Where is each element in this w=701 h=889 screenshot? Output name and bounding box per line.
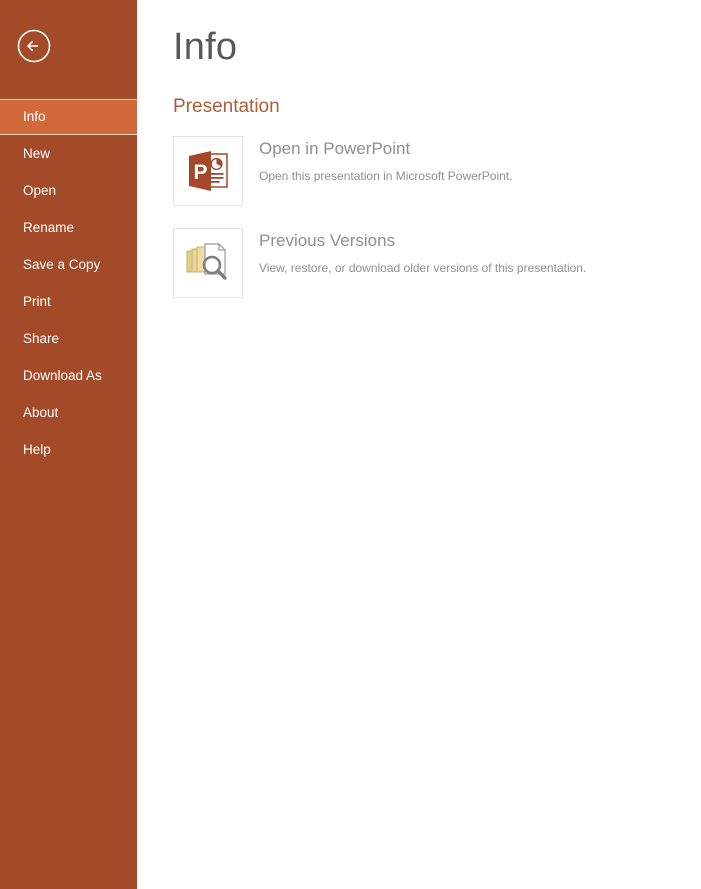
previous-versions-icon [173,228,243,298]
sidebar-item-label: New [23,146,51,161]
sidebar-item-label: Help [23,442,51,457]
section-title: Presentation [173,96,280,117]
tile-text: Previous Versions View, restore, or down… [243,228,586,277]
sidebar-header [0,0,137,99]
tile-description: Open this presentation in Microsoft Powe… [259,169,513,184]
content-pane: Info Presentation P Open in PowerPoint O… [137,0,701,889]
tile-title: Previous Versions [259,231,396,250]
sidebar-item-print[interactable]: Print [0,283,137,320]
sidebar-item-about[interactable]: About [0,394,137,431]
powerpoint-logo-icon: P [173,136,243,206]
tile-open-in-powerpoint[interactable]: P Open in PowerPoint Open this presentat… [173,136,701,206]
sidebar-item-label: Share [23,331,60,346]
tile-previous-versions[interactable]: Previous Versions View, restore, or down… [173,228,701,298]
sidebar-item-rename[interactable]: Rename [0,209,137,246]
tile-list: P Open in PowerPoint Open this presentat… [173,136,701,298]
sidebar-nav: Info New Open Rename Save a Copy Print S… [0,99,137,468]
sidebar-item-label: Download As [23,368,102,383]
svg-text:P: P [194,161,208,184]
sidebar-item-download-as[interactable]: Download As [0,357,137,394]
sidebar-item-label: About [23,405,59,420]
backstage-view: Info New Open Rename Save a Copy Print S… [0,0,701,889]
sidebar-item-label: Rename [23,220,75,235]
sidebar: Info New Open Rename Save a Copy Print S… [0,0,137,889]
tile-text: Open in PowerPoint Open this presentatio… [243,136,512,185]
tile-description: View, restore, or download older version… [259,261,587,276]
sidebar-item-new[interactable]: New [0,135,137,172]
back-arrow-icon[interactable] [17,29,51,63]
sidebar-item-help[interactable]: Help [0,431,137,468]
sidebar-item-label: Open [23,183,57,198]
sidebar-item-label: Save a Copy [23,257,101,272]
sidebar-item-label: Print [23,294,51,309]
sidebar-item-save-a-copy[interactable]: Save a Copy [0,246,137,283]
sidebar-item-label: Info [23,109,46,124]
sidebar-item-share[interactable]: Share [0,320,137,357]
sidebar-item-open[interactable]: Open [0,172,137,209]
sidebar-item-info[interactable]: Info [0,99,137,135]
page-title: Info [173,26,238,68]
tile-title: Open in PowerPoint [259,139,411,158]
